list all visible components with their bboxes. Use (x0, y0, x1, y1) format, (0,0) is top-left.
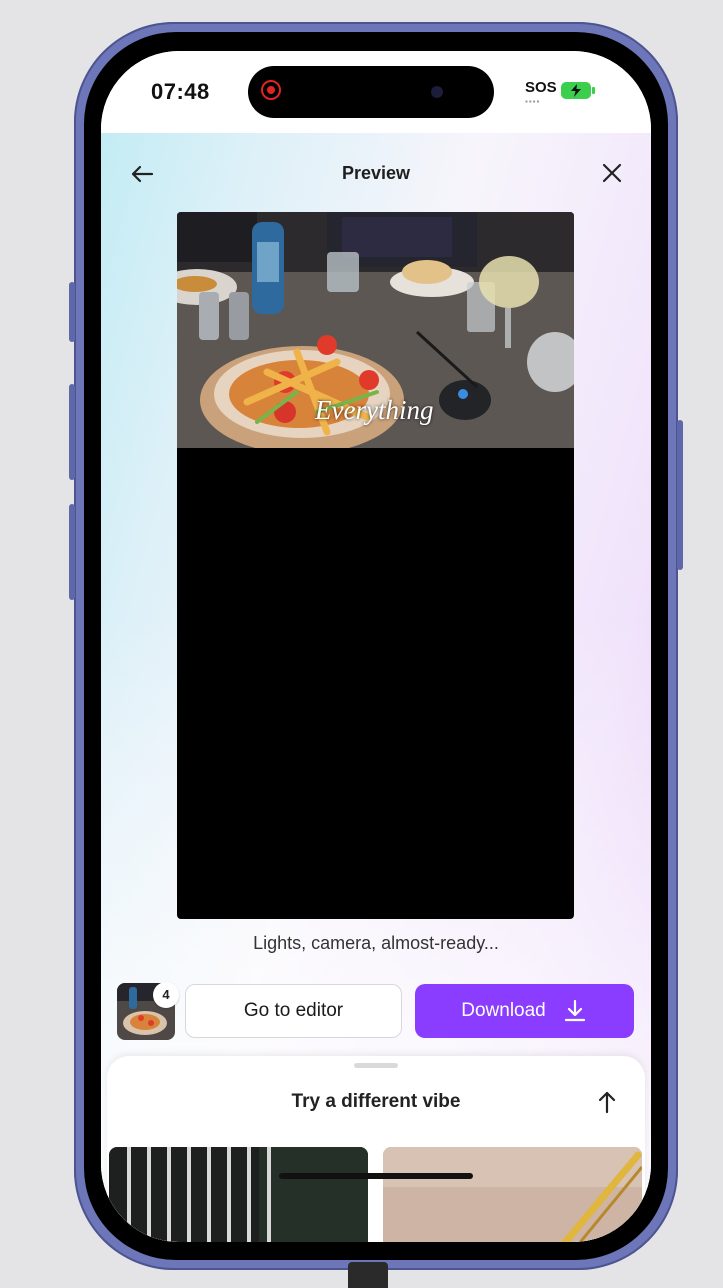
battery-charging-icon (561, 82, 591, 99)
battery-cap (592, 87, 595, 94)
page-title: Preview (341, 163, 411, 183)
power-button (677, 420, 683, 570)
status-bar: 07:48 SOS ▪▪▪▪ (101, 51, 651, 133)
download-label: Download (461, 1000, 546, 1021)
go-to-editor-label: Go to editor (243, 1000, 344, 1021)
volume-up-button (69, 384, 75, 480)
vibe-option-thumbnail (109, 1147, 368, 1242)
preview-caption: Everything (315, 395, 434, 425)
status-time: 07:48 (151, 79, 210, 104)
go-to-editor-button[interactable]: Go to editor (185, 984, 402, 1038)
preview-screen: Preview Everything Lights, camera, almos… (101, 133, 651, 1242)
video-preview[interactable]: Everything (177, 212, 574, 919)
home-indicator[interactable] (279, 1173, 473, 1179)
volume-down-button (69, 504, 75, 600)
sos-indicator: SOS (525, 79, 557, 96)
page-count-badge: 4 (153, 982, 179, 1008)
close-icon (602, 163, 622, 183)
sheet-title: Try a different vibe (291, 1091, 461, 1112)
dynamic-island (248, 66, 494, 118)
vibe-option-thumbnail (383, 1147, 642, 1242)
download-icon (564, 999, 585, 1022)
close-button[interactable] (598, 159, 626, 187)
arrow-up-icon (598, 1091, 616, 1114)
download-button[interactable]: Download (415, 984, 634, 1038)
signal-dots-icon: ▪▪▪▪ (525, 97, 541, 106)
loading-message: Lights, camera, almost-ready... (253, 933, 499, 953)
vibe-sheet: Try a different vibe (107, 1056, 645, 1242)
front-camera-icon (431, 86, 443, 98)
sheet-grabber[interactable] (354, 1063, 398, 1068)
action-button (69, 282, 75, 342)
charging-cable (348, 1262, 388, 1288)
vibe-option-card[interactable] (383, 1147, 642, 1242)
expand-sheet-button[interactable] (593, 1088, 621, 1116)
screen-recording-icon (261, 80, 281, 100)
phone-screen: 07:48 SOS ▪▪▪▪ Preview Everything Lights… (101, 51, 651, 1242)
vibe-option-card[interactable] (109, 1147, 368, 1242)
